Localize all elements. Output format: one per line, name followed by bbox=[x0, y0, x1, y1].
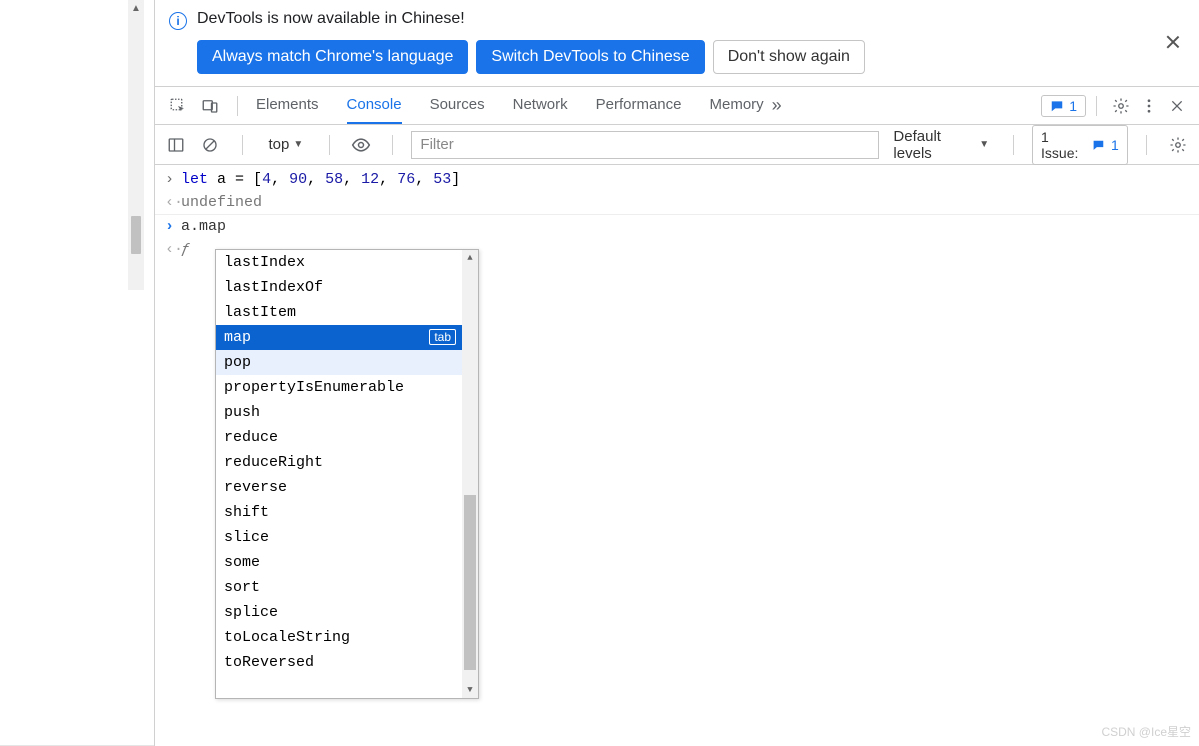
console-current-input[interactable]: a.map bbox=[181, 218, 226, 235]
divider bbox=[392, 135, 393, 155]
messages-badge[interactable]: 1 bbox=[1041, 95, 1086, 117]
always-match-button[interactable]: Always match Chrome's language bbox=[197, 40, 468, 74]
execution-context-selector[interactable]: top ▼ bbox=[261, 133, 312, 156]
output-chevron-icon: ‹· bbox=[165, 241, 181, 258]
message-icon bbox=[1050, 99, 1064, 113]
autocomplete-item[interactable]: lastIndex bbox=[216, 250, 462, 275]
autocomplete-item[interactable]: shift bbox=[216, 500, 462, 525]
console-output-value: undefined bbox=[181, 194, 262, 211]
autocomplete-item[interactable]: toLocaleString bbox=[216, 625, 462, 650]
inspect-element-icon[interactable] bbox=[163, 91, 193, 121]
devtools-panel: i DevTools is now available in Chinese! … bbox=[154, 0, 1199, 746]
messages-count: 1 bbox=[1069, 98, 1077, 114]
devtools-tabs: Elements Console Sources Network Performance… bbox=[256, 87, 764, 124]
context-label: top bbox=[269, 136, 290, 153]
info-icon: i bbox=[169, 12, 187, 30]
message-icon bbox=[1092, 138, 1105, 152]
chevron-down-icon: ▼ bbox=[979, 139, 989, 150]
scrollbar-up-arrow[interactable]: ▲ bbox=[467, 250, 472, 266]
tab-elements[interactable]: Elements bbox=[256, 87, 319, 124]
autocomplete-item[interactable]: slice bbox=[216, 525, 462, 550]
scrollbar-thumb[interactable] bbox=[131, 216, 141, 254]
device-toolbar-icon[interactable] bbox=[195, 91, 225, 121]
scrollbar-down-arrow[interactable]: ▼ bbox=[467, 682, 472, 698]
more-tabs-icon[interactable]: » bbox=[764, 95, 790, 116]
scrollbar-up-arrow[interactable]: ▲ bbox=[128, 0, 144, 16]
kebab-menu-icon[interactable] bbox=[1135, 92, 1163, 120]
tab-hint: tab bbox=[429, 329, 456, 345]
autocomplete-item[interactable]: splice bbox=[216, 600, 462, 625]
divider bbox=[1013, 135, 1014, 155]
dont-show-again-button[interactable]: Don't show again bbox=[713, 40, 865, 74]
switch-language-button[interactable]: Switch DevTools to Chinese bbox=[476, 40, 704, 74]
autocomplete-item[interactable]: push bbox=[216, 400, 462, 425]
divider bbox=[1146, 135, 1147, 155]
scrollbar-track[interactable] bbox=[462, 266, 478, 682]
levels-label: Default levels bbox=[893, 128, 977, 162]
autocomplete-item[interactable]: reduceRight bbox=[216, 450, 462, 475]
autocomplete-item[interactable]: maptab bbox=[216, 325, 462, 350]
autocomplete-list[interactable]: lastIndexlastIndexOflastItemmaptabpoppro… bbox=[216, 250, 462, 698]
console-output-row: ‹· undefined bbox=[155, 191, 1199, 214]
close-icon[interactable] bbox=[1165, 34, 1181, 50]
input-chevron-icon: › bbox=[165, 171, 181, 188]
divider bbox=[1096, 96, 1097, 116]
tab-memory[interactable]: Memory bbox=[710, 87, 764, 124]
autocomplete-item[interactable]: pop bbox=[216, 350, 462, 375]
scrollbar-thumb[interactable] bbox=[464, 495, 476, 670]
divider bbox=[237, 96, 238, 116]
autocomplete-item[interactable]: lastIndexOf bbox=[216, 275, 462, 300]
infobar-message: DevTools is now available in Chinese! bbox=[197, 10, 865, 28]
autocomplete-scrollbar[interactable]: ▲ ▼ bbox=[462, 250, 478, 698]
divider bbox=[329, 135, 330, 155]
console-settings-icon[interactable] bbox=[1165, 131, 1191, 159]
console-input-row: › let a = [4, 90, 58, 12, 76, 53] bbox=[155, 168, 1199, 191]
tab-console[interactable]: Console bbox=[347, 87, 402, 124]
page-left-gutter: ▲ bbox=[0, 0, 154, 746]
chevron-down-icon: ▼ bbox=[293, 139, 303, 150]
console-body[interactable]: › let a = [4, 90, 58, 12, 76, 53] ‹· und… bbox=[155, 165, 1199, 746]
log-levels-selector[interactable]: Default levels ▼ bbox=[887, 128, 995, 162]
autocomplete-item[interactable]: lastItem bbox=[216, 300, 462, 325]
console-code: let a = [4, 90, 58, 12, 76, 53] bbox=[181, 171, 460, 188]
autocomplete-item[interactable]: some bbox=[216, 550, 462, 575]
input-chevron-icon: › bbox=[165, 218, 181, 235]
autocomplete-item[interactable]: reduce bbox=[216, 425, 462, 450]
language-infobar: i DevTools is now available in Chinese! … bbox=[155, 0, 1199, 87]
tab-sources[interactable]: Sources bbox=[430, 87, 485, 124]
devtools-tabstrip: Elements Console Sources Network Performance… bbox=[155, 87, 1199, 125]
autocomplete-item[interactable]: propertyIsEnumerable bbox=[216, 375, 462, 400]
issues-count: 1 bbox=[1111, 137, 1119, 153]
tab-network[interactable]: Network bbox=[513, 87, 568, 124]
function-marker: ƒ bbox=[181, 241, 190, 258]
tab-performance[interactable]: Performance bbox=[596, 87, 682, 124]
filter-input[interactable] bbox=[411, 131, 879, 159]
page-scrollbar[interactable]: ▲ bbox=[128, 0, 144, 290]
divider bbox=[242, 135, 243, 155]
autocomplete-item[interactable]: toReversed bbox=[216, 650, 462, 675]
issues-label: 1 Issue: bbox=[1041, 129, 1086, 161]
live-expression-icon[interactable] bbox=[348, 131, 374, 159]
issues-badge[interactable]: 1 Issue: 1 bbox=[1032, 125, 1128, 165]
autocomplete-popup: lastIndexlastIndexOflastItemmaptabpoppro… bbox=[215, 249, 479, 699]
autocomplete-item[interactable]: reverse bbox=[216, 475, 462, 500]
close-devtools-icon[interactable] bbox=[1163, 92, 1191, 120]
settings-icon[interactable] bbox=[1107, 92, 1135, 120]
clear-console-icon[interactable] bbox=[197, 131, 223, 159]
watermark: CSDN @Ice星空 bbox=[1101, 723, 1191, 740]
autocomplete-item[interactable]: sort bbox=[216, 575, 462, 600]
output-chevron-icon: ‹· bbox=[165, 194, 181, 211]
console-toolbar: top ▼ Default levels ▼ 1 Issue: 1 bbox=[155, 125, 1199, 165]
toggle-sidebar-icon[interactable] bbox=[163, 131, 189, 159]
console-input-row[interactable]: › a.map bbox=[155, 215, 1199, 238]
